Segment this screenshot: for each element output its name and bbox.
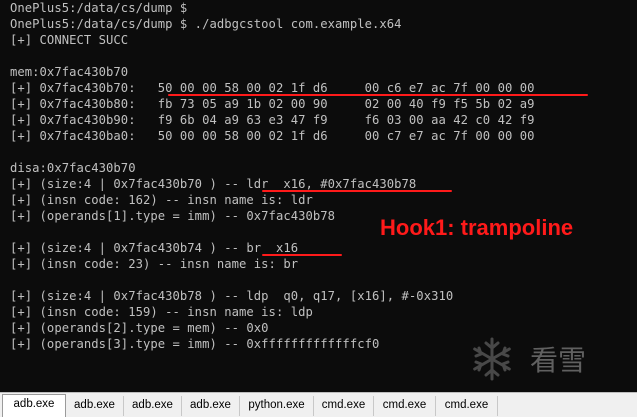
terminal-line: OnePlus5:/data/cs/dump $ [10,1,188,15]
terminal-line: [+] (insn code: 23) -- insn name is: br [10,257,299,271]
terminal-line: mem:0x7fac430b70 [10,65,129,79]
terminal-line: [+] 0x7fac430b90: f9 6b 04 a9 63 e3 47 f… [10,113,535,127]
tab-adb-4[interactable]: adb.exe [182,396,240,416]
console-tab-bar: adb.exe adb.exe adb.exe adb.exe python.e… [0,392,637,417]
terminal-line: [+] (operands[2].type = mem) -- 0x0 [10,321,269,335]
tab-adb-1[interactable]: adb.exe [2,394,66,417]
tab-adb-3[interactable]: adb.exe [124,396,182,416]
terminal-line: disa:0x7fac430b70 [10,161,136,175]
terminal-line: [+] (insn code: 159) -- insn name is: ld… [10,305,313,319]
tab-python[interactable]: python.exe [240,396,314,416]
terminal-line: [+] 0x7fac430ba0: 50 00 00 58 00 02 1f d… [10,129,535,143]
watermark-text: 看雪 [530,344,587,377]
snowflake-icon [473,337,511,381]
terminal-line: [+] (insn code: 162) -- insn name is: ld… [10,193,313,207]
terminal-line: OnePlus5:/data/cs/dump $ ./adbgcstool co… [10,17,402,31]
tab-cmd-3[interactable]: cmd.exe [436,396,498,416]
terminal-line: [+] (size:4 | 0x7fac430b78 ) -- ldp q0, … [10,289,454,303]
tab-cmd-2[interactable]: cmd.exe [374,396,436,416]
terminal-line: [+] (size:4 | 0x7fac430b74 ) -- br x16 [10,241,299,255]
terminal-window[interactable]: OnePlus5:/data/cs/dump $ OnePlus5:/data/… [0,0,637,392]
ldr-instruction-underline [262,190,452,192]
terminal-line: [+] CONNECT SUCC [10,33,129,47]
terminal-line: [+] 0x7fac430b80: fb 73 05 a9 1b 02 00 9… [10,97,535,111]
hex-bytes-underline [168,94,588,96]
terminal-line: [+] (operands[1].type = imm) -- 0x7fac43… [10,209,336,223]
hook-annotation-label: Hook1: trampoline [380,215,574,240]
tab-adb-2[interactable]: adb.exe [66,396,124,416]
terminal-line: [+] (operands[3].type = imm) -- 0xffffff… [10,337,380,351]
tab-cmd-1[interactable]: cmd.exe [314,396,374,416]
br-instruction-underline [262,254,342,256]
